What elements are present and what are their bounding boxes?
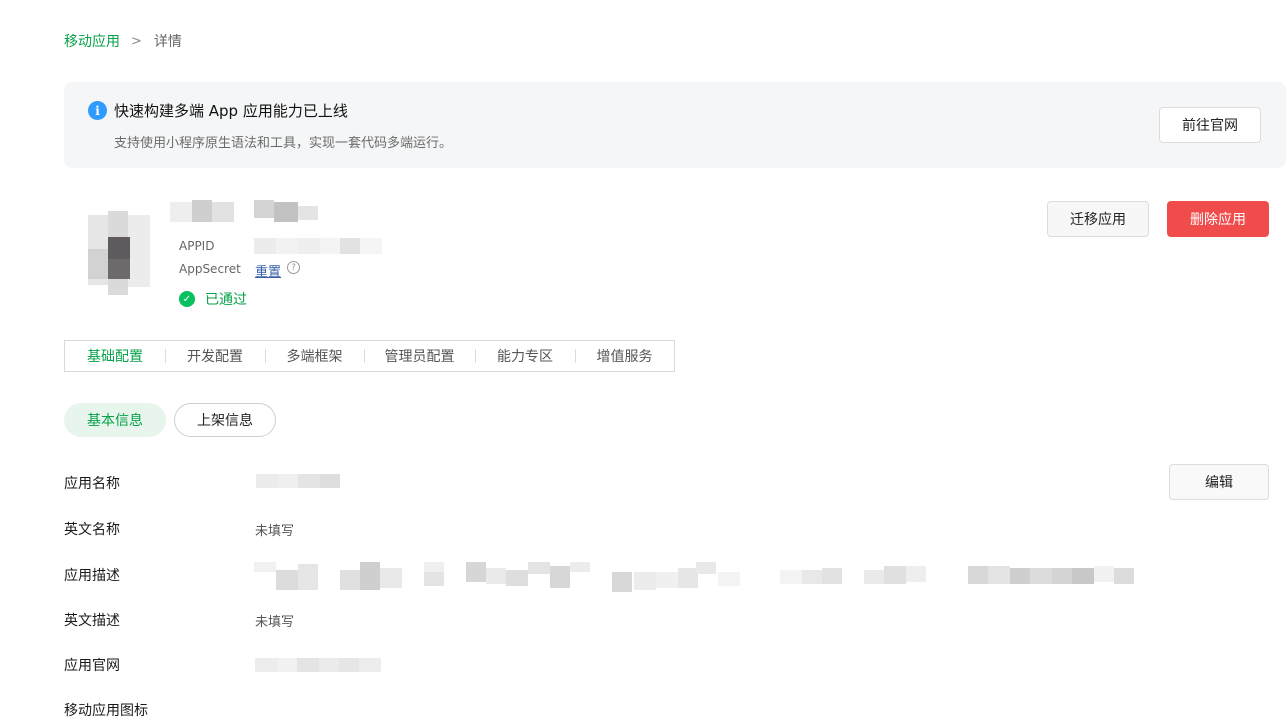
app-desc-value-redacted [234,562,1138,592]
info-icon: i [88,101,107,120]
field-label-app-icon: 移动应用图标 [64,703,148,717]
tab-basic-config[interactable]: 基础配置 [65,340,165,372]
field-value-en-desc: 未填写 [255,615,295,630]
field-label-en-desc: 英文描述 [64,613,120,629]
field-label-en-name: 英文名称 [64,522,120,538]
tab-dev-config[interactable]: 开发配置 [165,340,265,372]
subtab-basic-info[interactable]: 基本信息 [64,403,166,437]
notice-title: 快速构建多端 App 应用能力已上线 [114,102,348,120]
subtab-listing-info[interactable]: 上架信息 [174,403,276,437]
migrate-app-button[interactable]: 迁移应用 [1047,201,1149,237]
tab-capabilities[interactable]: 能力专区 [475,340,575,372]
appid-label: APPID [179,239,215,253]
app-name-redacted [170,200,320,224]
breadcrumb-current: 详情 [153,34,182,50]
field-value-en-name: 未填写 [255,524,295,539]
status-text: 已通过 [205,292,247,308]
delete-app-button[interactable]: 删除应用 [1167,201,1269,237]
status-badge: ✓ 已通过 [179,289,247,309]
field-label-app-desc: 应用描述 [64,568,120,584]
config-tabs: 基础配置 开发配置 多端框架 管理员配置 能力专区 增值服务 [64,340,675,372]
tab-admin-config[interactable]: 管理员配置 [364,340,475,372]
appid-value-redacted [254,236,384,254]
tab-value-added-services[interactable]: 增值服务 [575,340,674,372]
notice-description: 支持使用小程序原生语法和工具，实现一套代码多端运行。 [114,136,453,151]
appsecret-label: AppSecret [179,262,241,276]
app-icon [86,209,152,299]
field-label-website: 应用官网 [64,658,120,674]
help-icon[interactable]: ? [287,261,300,274]
breadcrumb-mobile-apps-link[interactable]: 移动应用 [64,31,120,51]
tab-multi-framework[interactable]: 多端框架 [265,340,364,372]
reset-secret-link[interactable]: 重置 [255,261,281,280]
field-label-app-name: 应用名称 [64,476,120,492]
app-name-value-redacted [246,474,366,490]
chevron-right-icon: > [131,33,142,49]
visit-website-button[interactable]: 前往官网 [1159,107,1261,143]
check-circle-icon: ✓ [179,291,195,307]
notice-banner: i 快速构建多端 App 应用能力已上线 支持使用小程序原生语法和工具，实现一套… [64,82,1286,168]
edit-button[interactable]: 编辑 [1169,464,1269,500]
website-value-redacted [255,656,385,674]
breadcrumb: 移动应用 > 详情 [64,31,182,51]
